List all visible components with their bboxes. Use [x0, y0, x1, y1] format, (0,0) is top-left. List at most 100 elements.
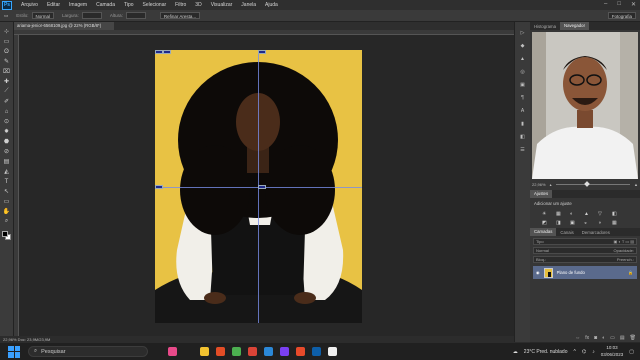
- pen-tool-icon[interactable]: ◭: [2, 168, 11, 175]
- close-icon[interactable]: ✕: [631, 1, 636, 8]
- taskbar-app-icon[interactable]: [328, 347, 337, 356]
- menu-visualizar[interactable]: Visualizar: [211, 2, 233, 8]
- taskbar-app-icon[interactable]: [216, 347, 225, 356]
- zoom-slider[interactable]: [555, 180, 631, 187]
- lasso-tool-icon[interactable]: ʘ: [2, 48, 11, 55]
- tab-histogram[interactable]: Histograma: [530, 24, 560, 29]
- menu-janela[interactable]: Janela: [241, 2, 256, 8]
- stamp-tool-icon[interactable]: ⌂: [2, 108, 11, 115]
- info-icon[interactable]: ▣: [520, 82, 525, 88]
- taskbar-app-icon[interactable]: [232, 347, 241, 356]
- menu-selecionar[interactable]: Selecionar: [143, 2, 167, 8]
- guide-handle[interactable]: [163, 50, 171, 54]
- menu-arquivo[interactable]: Arquivo: [21, 2, 38, 8]
- vibrance-icon[interactable]: ▽: [598, 211, 608, 217]
- ruler-vertical[interactable]: [14, 35, 19, 337]
- tray-arrow-icon[interactable]: ^: [574, 349, 576, 355]
- brush-tool-icon[interactable]: ✐: [2, 98, 11, 105]
- minimize-icon[interactable]: –: [604, 1, 607, 8]
- black-white-icon[interactable]: ◨: [556, 220, 566, 226]
- notifications-icon[interactable]: ▢: [629, 349, 634, 355]
- menu-3d[interactable]: 3D: [195, 2, 201, 8]
- taskbar-app-icon[interactable]: [312, 347, 321, 356]
- guide-handle[interactable]: [258, 185, 266, 189]
- path-select-tool-icon[interactable]: ↖: [2, 188, 11, 195]
- taskbar-app-icon[interactable]: [296, 347, 305, 356]
- altura-input[interactable]: [125, 12, 146, 19]
- menu-tipo[interactable]: Tipo: [124, 2, 134, 8]
- eraser-tool-icon[interactable]: ✸: [2, 128, 11, 135]
- clock[interactable]: 10:03 03/06/2023: [601, 345, 624, 358]
- link-layers-icon[interactable]: ⇔: [575, 335, 580, 341]
- maximize-icon[interactable]: □: [617, 1, 621, 8]
- paragraph-icon[interactable]: ¶: [521, 95, 524, 101]
- windows-start-icon[interactable]: [8, 345, 20, 358]
- refine-edge-button[interactable]: Refinar Aresta...: [159, 12, 201, 19]
- taskbar-search[interactable]: ⌕ Pesquisar: [28, 346, 148, 357]
- exposure-icon[interactable]: ▲: [584, 211, 594, 217]
- type-tool-icon[interactable]: T: [2, 178, 11, 185]
- crop-tool-icon[interactable]: ⌧: [2, 68, 11, 75]
- gradient-tool-icon[interactable]: ⬣: [2, 138, 11, 145]
- menu-ajuda[interactable]: Ajuda: [265, 2, 278, 8]
- zoom-out-icon[interactable]: ▴: [550, 182, 552, 187]
- zoom-value[interactable]: 22,96%: [532, 182, 546, 187]
- visibility-eye-icon[interactable]: ◉: [536, 270, 540, 275]
- tab-layers[interactable]: Camadas: [530, 228, 557, 236]
- weather-icon[interactable]: ☁: [513, 349, 518, 355]
- estilo-select[interactable]: Normal: [31, 12, 55, 19]
- menu-editar[interactable]: Editar: [47, 2, 60, 8]
- blur-tool-icon[interactable]: ⊘: [2, 148, 11, 155]
- workspace-select[interactable]: Fotografia: [607, 12, 636, 19]
- volume-icon[interactable]: ♪: [592, 349, 595, 355]
- weather-text[interactable]: 23°C Pred. nublado: [524, 349, 568, 355]
- brightness-icon[interactable]: ☀: [542, 211, 552, 217]
- shape-tool-icon[interactable]: ▭: [2, 198, 11, 205]
- blend-mode-select[interactable]: Normal: [536, 248, 549, 253]
- styles-icon[interactable]: ◧: [520, 134, 525, 140]
- layer-name[interactable]: Plano de fundo: [557, 270, 585, 275]
- trash-icon[interactable]: 🗑: [630, 335, 636, 341]
- tab-paths[interactable]: Demarcadores: [578, 230, 614, 235]
- tab-navigator[interactable]: Navegador: [559, 22, 590, 30]
- layer-background[interactable]: ◉ Plano de fundo 🔒: [533, 266, 637, 279]
- taskbar-app-icon[interactable]: [280, 347, 289, 356]
- menu-camada[interactable]: Camada: [96, 2, 115, 8]
- document-image[interactable]: [155, 50, 362, 323]
- eyedropper-tool-icon[interactable]: ✚: [2, 78, 11, 85]
- zoom-in-icon[interactable]: ▲: [634, 182, 638, 187]
- photo-filter-icon[interactable]: ▣: [570, 220, 580, 226]
- move-tool-icon[interactable]: ⊹: [2, 28, 11, 35]
- zoom-tool-icon[interactable]: ⌕: [2, 218, 11, 225]
- guide-handle[interactable]: [155, 50, 163, 54]
- tab-adjustments[interactable]: Ajustes: [530, 190, 553, 198]
- new-layer-icon[interactable]: ▤: [620, 335, 625, 341]
- taskbar-app-icon[interactable]: [264, 347, 273, 356]
- history-brush-tool-icon[interactable]: ⊙: [2, 118, 11, 125]
- curves-icon[interactable]: ◐: [570, 211, 580, 217]
- quick-select-tool-icon[interactable]: ✎: [2, 58, 11, 65]
- character-icon[interactable]: A: [521, 108, 524, 114]
- healing-tool-icon[interactable]: ⟋: [2, 88, 11, 95]
- taskbar-app-icon[interactable]: [168, 347, 177, 356]
- color-lookup-icon[interactable]: ◑: [598, 220, 608, 226]
- hand-tool-icon[interactable]: ✋: [2, 208, 11, 215]
- hue-icon[interactable]: ◧: [612, 211, 622, 217]
- swatches-icon[interactable]: ▮: [521, 121, 524, 127]
- taskbar-app-icon[interactable]: [200, 347, 209, 356]
- marquee-tool-icon[interactable]: ▭: [4, 13, 8, 19]
- network-icon[interactable]: ⌬: [582, 349, 586, 355]
- brush-preset-icon[interactable]: ◆: [521, 43, 525, 49]
- play-icon[interactable]: ▷: [521, 30, 525, 36]
- channel-mixer-icon[interactable]: ◒: [584, 220, 594, 226]
- levels-icon[interactable]: ▦: [556, 211, 566, 217]
- dodge-tool-icon[interactable]: ▤: [2, 158, 11, 165]
- clone-source-icon[interactable]: ▲: [520, 56, 525, 62]
- layer-mask-icon[interactable]: ◙: [594, 335, 597, 341]
- document-tab[interactable]: ariama-jenior-6568109.jpg @ 22% (RGB/8*): [14, 22, 114, 30]
- taskbar-app-icon[interactable]: [184, 347, 193, 356]
- marquee-tool-icon[interactable]: ▭: [2, 38, 11, 45]
- layer-style-icon[interactable]: fx: [585, 335, 589, 341]
- properties-icon[interactable]: ☰: [520, 147, 524, 153]
- history-icon[interactable]: ◎: [520, 69, 524, 75]
